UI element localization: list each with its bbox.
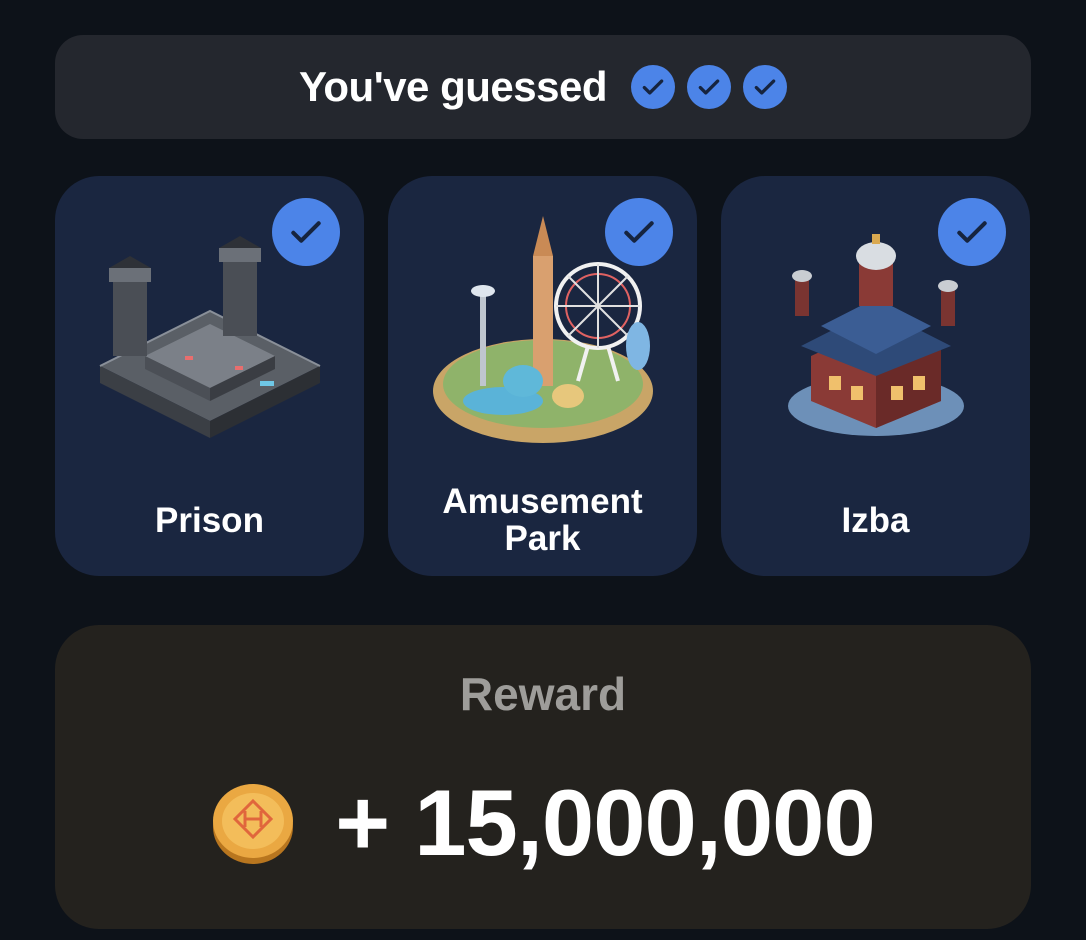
- header-title: You've guessed: [299, 63, 607, 110]
- reward-title: Reward: [459, 668, 627, 720]
- check-icon: [605, 198, 673, 266]
- card-label: Prison: [155, 500, 264, 540]
- check-icon: [630, 65, 675, 109]
- guess-progress: [630, 65, 787, 109]
- check-icon: [742, 65, 787, 109]
- check-icon: [686, 65, 731, 109]
- result-screen: You've guessed Prison Amusement Park Izb…: [0, 0, 1086, 940]
- card-amusement-park[interactable]: Amusement Park: [388, 176, 697, 576]
- coin-icon: [213, 784, 294, 864]
- card-prison[interactable]: Prison: [55, 176, 364, 576]
- guess-result-header: You've guessed: [55, 35, 1031, 139]
- reward-panel: Reward + 15,000,000: [55, 625, 1031, 929]
- reward-amount-row: + 15,000,000: [55, 770, 1031, 875]
- card-izba[interactable]: Izba: [721, 176, 1030, 576]
- reward-amount: + 15,000,000: [335, 770, 875, 875]
- card-label: Amusement Park: [442, 482, 643, 558]
- check-icon: [272, 198, 340, 266]
- card-label: Izba: [841, 500, 910, 540]
- check-icon: [938, 198, 1006, 266]
